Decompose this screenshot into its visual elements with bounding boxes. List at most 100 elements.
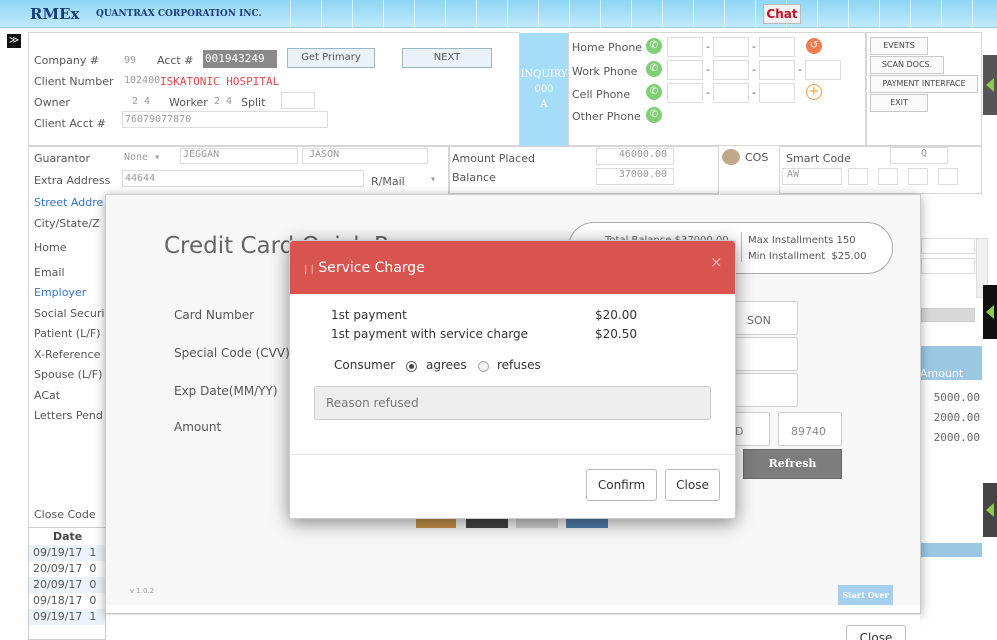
other-phone-call-icon[interactable]: ✆	[646, 107, 662, 123]
amount-placed-label: Amount Placed	[452, 152, 535, 165]
street-address-label[interactable]: Street Addre	[34, 193, 104, 214]
modal-title-wrap: | | Service Charge	[304, 260, 425, 276]
cos-label: COS	[745, 151, 769, 164]
side-tab-middle-arrow-icon	[986, 305, 994, 319]
cos-icon	[722, 149, 740, 165]
work-phone-label: Work Phone	[572, 65, 638, 78]
service-charge-value: $20.50	[595, 327, 637, 341]
client-name: ISKATONIC HOSPITAL	[160, 75, 280, 88]
left-labels-column: Street Addre City/State/Z Home Email Emp…	[34, 193, 104, 427]
work-phone-area[interactable]	[667, 60, 703, 80]
table-row[interactable]: 20/09/17 0	[29, 561, 105, 577]
scan-docs-button[interactable]: SCAN DOCS.	[870, 56, 944, 74]
email-label: Email	[34, 265, 65, 279]
social-security-label: Social Securi	[34, 306, 105, 320]
home-phone-prefix[interactable]	[713, 37, 749, 57]
version-label: v 1.0.2	[130, 587, 155, 595]
right-slider[interactable]	[921, 308, 975, 322]
cell-phone-call-icon[interactable]: ✆	[646, 84, 662, 100]
first-payment-label: 1st payment	[331, 308, 407, 322]
company-value: 99	[124, 55, 137, 66]
agrees-radio[interactable]	[406, 361, 417, 372]
agrees-label[interactable]: agrees	[426, 358, 467, 372]
split-input[interactable]	[281, 92, 315, 109]
right-field-1[interactable]	[921, 238, 975, 254]
owner-label: Owner	[34, 96, 70, 109]
amount-placed-value: 46000.00	[596, 148, 674, 165]
modal-title: Service Charge	[318, 260, 425, 276]
work-phone-call-icon[interactable]: ✆	[646, 61, 662, 77]
table-row[interactable]: 09/18/17 0	[29, 593, 105, 609]
min-installment: Min Installment $25.00	[748, 251, 867, 262]
add-phone-icon[interactable]: +	[806, 84, 822, 100]
refuses-radio[interactable]	[478, 361, 489, 372]
next-button[interactable]: NEXT	[402, 48, 492, 68]
acct-number: 001943249	[203, 50, 277, 68]
balance-label: Balance	[452, 171, 496, 184]
cell-phone-prefix[interactable]	[713, 83, 749, 103]
table-row[interactable]: 09/19/17 1	[29, 545, 105, 561]
code-box-1[interactable]	[848, 168, 868, 185]
cell-phone-label: Cell Phone	[572, 88, 631, 101]
home-phone-area[interactable]	[667, 37, 703, 57]
work-phone-line[interactable]	[759, 60, 795, 80]
amount-column-header: Amount	[920, 367, 964, 380]
exit-button[interactable]: EXIT	[870, 94, 928, 112]
modal-close-button[interactable]: Close	[665, 469, 720, 501]
table-row[interactable]: 20/09/17 0	[29, 577, 105, 593]
code-box-3[interactable]	[908, 168, 928, 185]
cvv-label: Special Code (CVV)	[174, 346, 290, 360]
aw-field[interactable]: AW	[782, 168, 842, 185]
employer-label[interactable]: Employer	[34, 283, 104, 304]
home-label: Home	[34, 241, 67, 254]
balance-value: 37000.00	[596, 168, 674, 185]
smart-code-label: Smart Code	[786, 152, 851, 165]
guarantor-type-select[interactable]: None ▾	[124, 152, 160, 163]
events-button[interactable]: EVENTS	[870, 37, 928, 55]
guarantor-last-name[interactable]: JASON	[302, 148, 428, 164]
patient-label: Patient (L/F)	[34, 327, 101, 340]
home-phone-line[interactable]	[759, 37, 795, 57]
code-box-4[interactable]	[938, 168, 958, 185]
work-phone-ext[interactable]	[805, 60, 841, 80]
code-box-2[interactable]	[878, 168, 898, 185]
table-row[interactable]: 09/19/17 1	[29, 609, 105, 625]
right-field-2[interactable]	[921, 258, 975, 274]
work-phone-prefix[interactable]	[713, 60, 749, 80]
amount-row: 2000.00	[933, 411, 980, 424]
refuses-label[interactable]: refuses	[497, 358, 541, 372]
first-payment-value: $20.00	[595, 308, 637, 322]
modal-title-icon: | |	[304, 264, 314, 275]
home-phone-call-icon[interactable]: ✆	[646, 38, 662, 54]
amount-column: 5000.00 2000.00 2000.00	[928, 388, 980, 448]
refresh-button[interactable]: Refresh	[743, 449, 842, 479]
acat-label: ACat	[34, 388, 61, 402]
expand-toggle-icon[interactable]: ≫	[7, 34, 21, 48]
extra-address-input[interactable]: 44644	[122, 170, 364, 187]
get-primary-button[interactable]: Get Primary	[287, 48, 375, 68]
smart-code-value[interactable]: Q	[890, 147, 948, 164]
start-over-button[interactable]: Start Over	[838, 585, 893, 605]
split-label: Split	[241, 96, 266, 109]
modal-close-icon[interactable]: ×	[710, 253, 723, 271]
cc-close-button[interactable]: Close	[846, 625, 906, 640]
refresh-phone-icon[interactable]: ↺	[806, 38, 822, 54]
letters-pending-label: Letters Pend	[34, 409, 103, 422]
pill-divider	[741, 232, 742, 262]
rmail-select[interactable]: ▾	[430, 174, 436, 185]
guarantor-first-name[interactable]: JEGGAN	[180, 148, 298, 164]
confirm-button[interactable]: Confirm	[586, 469, 657, 501]
history-date-header: Date	[53, 530, 83, 543]
payment-interface-button[interactable]: PAYMENT INTERFACE	[870, 75, 978, 93]
worker-value: 2 4	[214, 96, 233, 107]
client-number-label: Client Number	[34, 75, 114, 88]
auth-input[interactable]: 89740	[778, 412, 842, 446]
company-name: QUANTRAX CORPORATION INC.	[96, 9, 262, 19]
cell-phone-line[interactable]	[759, 83, 795, 103]
inquiry-line1: INQUIRY	[520, 69, 568, 80]
chat-button[interactable]: Chat	[763, 4, 801, 24]
client-number: 102400	[124, 75, 161, 86]
reason-refused-input[interactable]: Reason refused	[314, 386, 711, 420]
cc-footer	[106, 614, 920, 640]
cell-phone-area[interactable]	[667, 83, 703, 103]
